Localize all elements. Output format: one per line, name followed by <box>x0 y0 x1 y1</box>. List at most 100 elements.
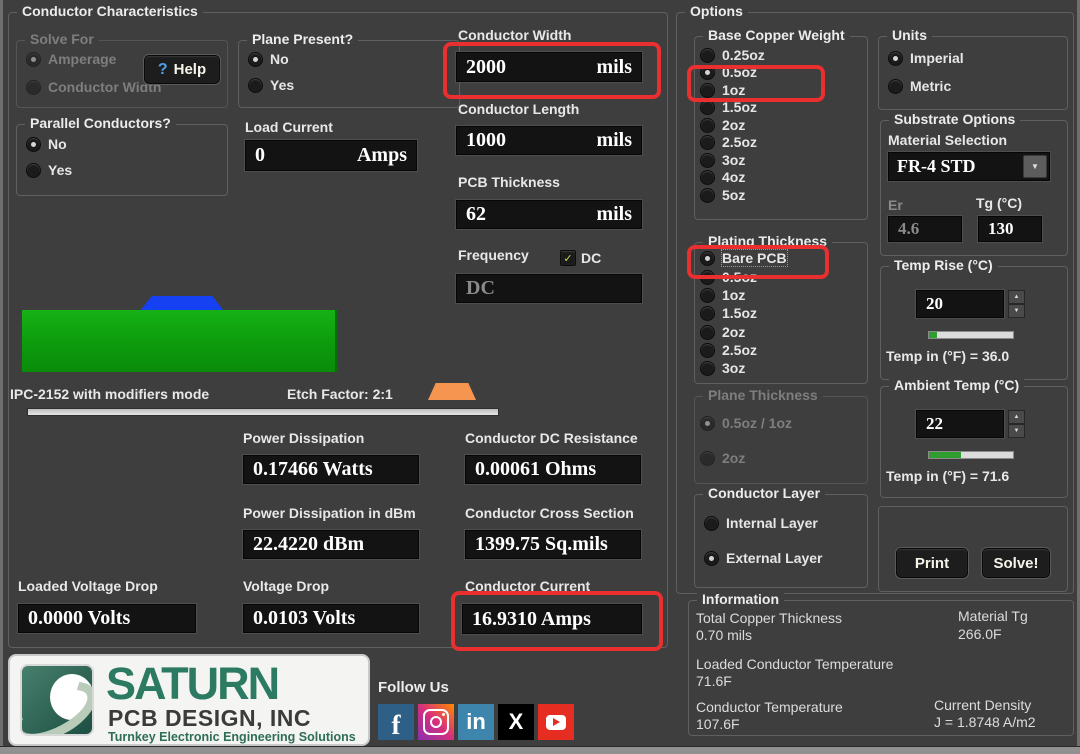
ambient-temp-up-icon[interactable]: ▲ <box>1008 410 1025 424</box>
solve-button[interactable]: Solve! <box>982 548 1050 578</box>
radio-conductor-width[interactable]: Conductor Width <box>26 79 161 95</box>
window-left-edge <box>0 0 3 754</box>
youtube-play-glyph <box>546 715 566 730</box>
youtube-icon[interactable] <box>538 704 574 740</box>
temp-rise-input[interactable]: 20 <box>916 290 1004 318</box>
ambient-temp-down-icon[interactable]: ▼ <box>1008 424 1025 438</box>
radio-units-imperial[interactable]: Imperial <box>888 50 964 66</box>
radio-bcw-1oz[interactable]: 1oz <box>700 82 745 98</box>
logo-brand-text: SATURN <box>106 658 278 710</box>
radio-parallel-yes[interactable]: Yes <box>26 162 72 178</box>
plating-thickness-title: Plating Thickness <box>703 233 832 249</box>
radio-plating-25oz[interactable]: 2.5oz <box>700 342 757 358</box>
radio-plating-15oz[interactable]: 1.5oz <box>700 305 757 321</box>
instagram-icon[interactable] <box>418 704 454 740</box>
radio-bcw-05oz[interactable]: 0.5oz <box>700 64 757 80</box>
dc-checkbox[interactable]: ✓ <box>560 250 576 266</box>
radio-bcw-3oz[interactable]: 3oz <box>700 152 745 168</box>
radio-amperage-icon <box>26 52 41 67</box>
conductor-length-input[interactable]: 1000 mils <box>456 126 642 155</box>
parallel-conductors-title: Parallel Conductors? <box>25 115 176 131</box>
temp-rise-stepper[interactable]: ▲ ▼ <box>1008 290 1025 318</box>
radio-plating-2oz-label: 2oz <box>722 324 745 340</box>
tg-input[interactable]: 130 <box>978 216 1042 242</box>
logo-company-text: PCB DESIGN, INC <box>108 705 311 732</box>
ambient-temp-stepper[interactable]: ▲ ▼ <box>1008 410 1025 438</box>
information-title: Information <box>697 591 784 607</box>
temp-rise-up-icon[interactable]: ▲ <box>1008 290 1025 304</box>
radio-plating-05oz[interactable]: 0.5oz <box>700 269 757 285</box>
radio-plane-05oz-1oz-icon <box>700 416 715 431</box>
radio-plating-1oz[interactable]: 1oz <box>700 287 745 303</box>
radio-bcw-3oz-icon <box>700 153 715 168</box>
radio-plating-bare-pcb-label: Bare PCB <box>722 250 787 266</box>
temp-rise-down-icon[interactable]: ▼ <box>1008 304 1025 318</box>
instagram-camera-glyph <box>423 709 449 735</box>
radio-units-metric[interactable]: Metric <box>888 78 951 94</box>
linkedin-icon[interactable]: in <box>458 704 494 740</box>
radio-bcw-025oz-icon <box>700 48 715 63</box>
saturn-logo[interactable]: SATURN PCB DESIGN, INC Turnkey Electroni… <box>8 654 370 746</box>
power-dissipation-dbm-output: 22.4220 dBm <box>243 530 419 559</box>
radio-bcw-4oz[interactable]: 4oz <box>700 169 745 185</box>
loaded-voltage-drop-value: 0.0000 Volts <box>28 607 130 630</box>
tg-label: Tg (°C) <box>976 195 1022 211</box>
radio-external-layer[interactable]: External Layer <box>704 550 823 566</box>
radio-bcw-025oz[interactable]: 0.25oz <box>700 47 765 63</box>
load-current-input[interactable]: 0 Amps <box>245 140 417 171</box>
conductor-dc-resistance-output: 0.00061 Ohms <box>465 455 641 484</box>
ambient-temp-input[interactable]: 22 <box>916 410 1004 438</box>
conductor-width-input[interactable]: 2000 mils <box>456 52 642 82</box>
radio-units-metric-label: Metric <box>910 78 951 94</box>
radio-amperage[interactable]: Amperage <box>26 51 116 67</box>
radio-bcw-5oz[interactable]: 5oz <box>700 187 745 203</box>
x-twitter-icon[interactable]: X <box>498 704 534 740</box>
radio-bcw-2oz-icon <box>700 118 715 133</box>
voltage-drop-output: 0.0103 Volts <box>243 604 419 633</box>
radio-bcw-25oz[interactable]: 2.5oz <box>700 134 757 150</box>
frequency-input[interactable]: DC <box>456 274 642 303</box>
frequency-label: Frequency <box>458 247 529 263</box>
pcb-substrate-graphic <box>22 310 338 372</box>
material-selection-dropdown[interactable]: FR-4 STD ▼ <box>888 152 1050 181</box>
plane-thickness-group: Plane Thickness <box>694 396 868 484</box>
pcb-thickness-input[interactable]: 62 mils <box>456 200 642 229</box>
radio-plane-present-yes[interactable]: Yes <box>248 77 294 93</box>
radio-bcw-15oz-label: 1.5oz <box>722 99 757 115</box>
conductor-current-label: Conductor Current <box>465 578 590 594</box>
radio-bcw-2oz[interactable]: 2oz <box>700 117 745 133</box>
radio-bcw-05oz-icon <box>700 65 715 80</box>
logo-tagline-text: Turnkey Electronic Engineering Solutions <box>108 730 356 744</box>
parallel-conductors-group: Parallel Conductors? <box>16 124 228 196</box>
radio-units-imperial-label: Imperial <box>910 50 964 66</box>
divider-slider-bar[interactable] <box>27 408 499 416</box>
dropdown-arrow-icon[interactable]: ▼ <box>1023 155 1047 178</box>
radio-units-imperial-icon <box>888 51 903 66</box>
radio-plane-present-yes-icon <box>248 78 263 93</box>
load-current-label: Load Current <box>245 119 333 135</box>
radio-plating-2oz[interactable]: 2oz <box>700 324 745 340</box>
radio-internal-layer[interactable]: Internal Layer <box>704 515 818 531</box>
radio-plane-05oz-1oz[interactable]: 0.5oz / 1oz <box>700 415 792 431</box>
plane-present-title: Plane Present? <box>247 31 358 47</box>
radio-plane-2oz-icon <box>700 451 715 466</box>
radio-plane-2oz[interactable]: 2oz <box>700 450 745 466</box>
temp-rise-fahrenheit: Temp in (°F) = 36.0 <box>886 348 1009 364</box>
material-tg-label: Material Tg <box>958 608 1028 624</box>
radio-plane-present-no-icon <box>248 52 263 67</box>
radio-conductor-width-icon <box>26 80 41 95</box>
radio-plane-present-no[interactable]: No <box>248 51 289 67</box>
help-button[interactable]: ? Help <box>144 55 220 84</box>
follow-us-label: Follow Us <box>378 679 449 696</box>
radio-plating-bare-pcb[interactable]: Bare PCB <box>700 250 787 266</box>
power-dissipation-dbm-label: Power Dissipation in dBm <box>243 505 416 521</box>
radio-parallel-no[interactable]: No <box>26 136 67 152</box>
print-button[interactable]: Print <box>896 548 968 578</box>
radio-internal-layer-label: Internal Layer <box>726 515 818 531</box>
current-density-label: Current Density <box>934 697 1031 713</box>
radio-plating-3oz[interactable]: 3oz <box>700 360 745 376</box>
radio-bcw-15oz[interactable]: 1.5oz <box>700 99 757 115</box>
facebook-icon[interactable]: f <box>378 704 414 740</box>
er-input[interactable]: 4.6 <box>888 216 962 242</box>
ambient-temp-title: Ambient Temp (°C) <box>889 377 1024 393</box>
